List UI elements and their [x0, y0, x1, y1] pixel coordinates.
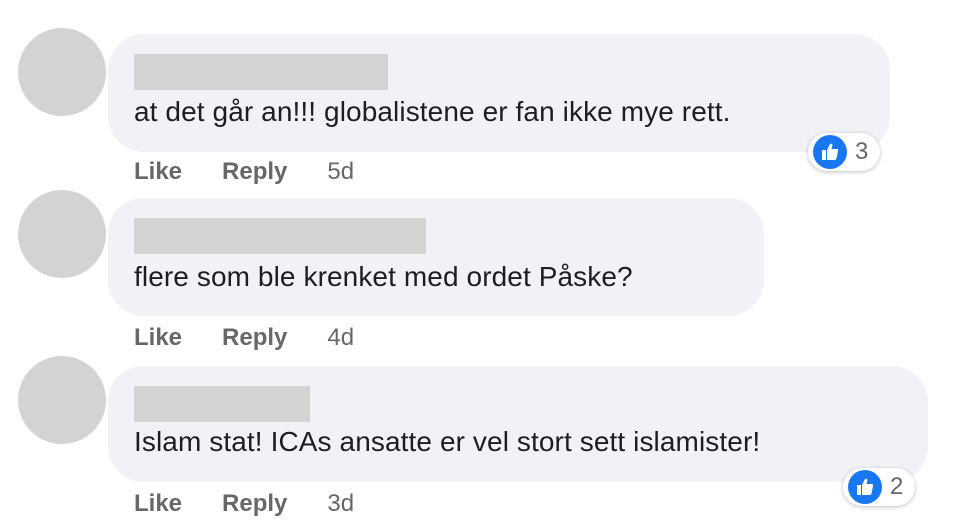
timestamp[interactable]: 4d [327, 324, 354, 352]
timestamp[interactable]: 3d [327, 490, 354, 518]
comment-bubble: Islam stat! ICAs ansatte er vel stort se… [108, 366, 928, 482]
reply-button[interactable]: Reply [222, 324, 287, 352]
like-button[interactable]: Like [134, 158, 182, 186]
comment-actions: Like Reply 3d [134, 490, 354, 518]
reaction-count: 3 [855, 138, 869, 165]
avatar[interactable] [18, 356, 106, 444]
thumbs-up-icon [813, 135, 847, 169]
reaction-summary[interactable]: 3 [808, 133, 881, 171]
comment-actions: Like Reply 5d [134, 158, 354, 186]
redacted-author-name [134, 386, 310, 422]
comment-actions: Like Reply 4d [134, 324, 354, 352]
comment-text: at det går an!!! globalistene er fan ikk… [134, 96, 731, 127]
comment-text: Islam stat! ICAs ansatte er vel stort se… [134, 426, 761, 457]
timestamp[interactable]: 5d [327, 158, 354, 186]
like-button[interactable]: Like [134, 490, 182, 518]
thumbs-up-icon [848, 470, 882, 504]
like-button[interactable]: Like [134, 324, 182, 352]
redacted-author-name [134, 218, 426, 254]
avatar[interactable] [18, 28, 106, 116]
comment-bubble: at det går an!!! globalistene er fan ikk… [108, 34, 890, 152]
reaction-count: 2 [890, 473, 904, 500]
reply-button[interactable]: Reply [222, 490, 287, 518]
reply-button[interactable]: Reply [222, 158, 287, 186]
comment-bubble: flere som ble krenket med ordet Påske? [108, 198, 764, 316]
comment-text: flere som ble krenket med ordet Påske? [134, 261, 633, 292]
avatar[interactable] [18, 190, 106, 278]
reaction-summary[interactable]: 2 [843, 468, 916, 506]
redacted-author-name [134, 54, 388, 90]
